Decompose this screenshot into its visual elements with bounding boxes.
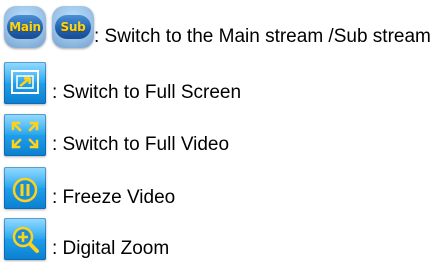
full-screen-row: : Switch to Full Screen [4,62,241,104]
stream-row: Main Sub : Switch to the Main stream /Su… [4,6,431,48]
full-video-row: : Switch to Full Video [4,114,229,156]
digital-zoom-button[interactable] [4,218,46,260]
freeze-video-icon [12,177,38,203]
full-screen-label: : Switch to Full Screen [52,82,242,103]
freeze-row: : Freeze Video [4,167,175,209]
freeze-label: : Freeze Video [52,187,176,208]
full-screen-button[interactable] [4,62,46,104]
full-video-icon [11,121,39,149]
main-stream-button[interactable]: Main [4,6,46,48]
zoom-label: : Digital Zoom [52,238,170,259]
stream-label: : Switch to the Main stream /Sub stream [94,26,431,47]
full-video-button[interactable] [4,114,46,156]
full-screen-icon [11,70,39,94]
sub-stream-button[interactable]: Sub [52,6,94,48]
full-video-label: : Switch to Full Video [52,134,230,155]
sub-stream-icon: Sub [55,15,91,39]
freeze-video-button[interactable] [4,167,46,209]
sub-stream-icon-text: Sub [60,20,86,34]
main-stream-icon: Main [7,15,43,39]
digital-zoom-icon [12,226,39,253]
main-stream-icon-text: Main [9,20,41,34]
zoom-row: : Digital Zoom [4,218,169,260]
